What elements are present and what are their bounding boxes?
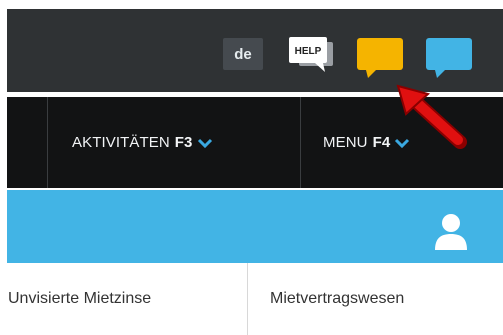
language-label: de [234, 45, 252, 63]
tab-label: Unvisierte Mietzinse [8, 290, 152, 307]
help-speech-icon[interactable]: HELP [285, 34, 337, 78]
help-text: HELP [295, 46, 322, 57]
nav-divider [300, 97, 301, 188]
tab-mietvertragswesen[interactable]: Mietvertragswesen [270, 263, 404, 335]
chat-blue-icon[interactable] [425, 37, 473, 79]
nav-activities[interactable]: AKTIVITÄTEN F3 [72, 97, 213, 188]
tab-unvisierte-mietzinse[interactable]: Unvisierte Mietzinse [8, 263, 151, 335]
nav-activities-label: AKTIVITÄTEN [72, 134, 170, 151]
annotation-arrow-icon [396, 84, 467, 149]
tab-divider [247, 263, 248, 335]
language-switch[interactable]: de [223, 38, 263, 70]
tab-label: Mietvertragswesen [270, 290, 405, 307]
user-icon[interactable] [433, 212, 469, 252]
chevron-down-icon [197, 138, 212, 148]
nav-menu-label: MENU [323, 134, 368, 151]
chat-yellow-icon[interactable] [356, 37, 404, 79]
nav-menu-key: F4 [372, 134, 391, 151]
nav-activities-key: F3 [174, 134, 193, 151]
header-bar [7, 190, 503, 263]
nav-divider [47, 97, 48, 188]
